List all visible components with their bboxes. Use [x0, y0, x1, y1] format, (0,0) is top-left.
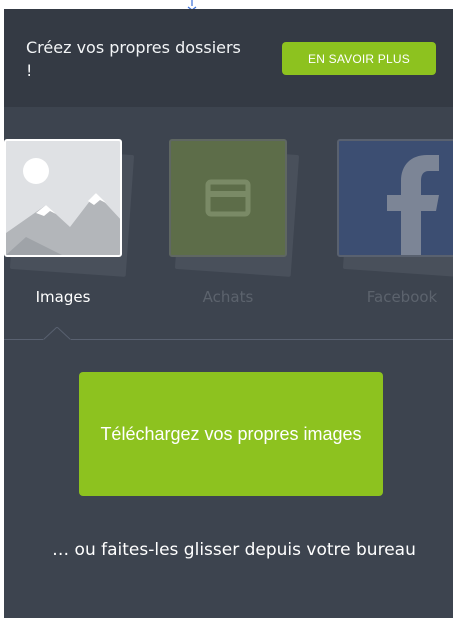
image-placeholder-icon — [4, 139, 122, 257]
promo-text: Créez vos propres dossiers ! — [26, 38, 241, 80]
upload-panel: Créez vos propres dossiers ! EN SAVOIR P… — [4, 9, 453, 618]
folder-achats[interactable]: Achats — [169, 137, 300, 306]
selection-indicator — [43, 327, 71, 341]
card-icon — [169, 139, 287, 257]
folder-label-facebook: Facebook — [366, 288, 438, 306]
folder-images[interactable]: Images — [4, 137, 135, 306]
drag-drop-hint: … ou faites-les glisser depuis votre bur… — [52, 540, 416, 560]
folder-facebook[interactable]: Facebook — [337, 137, 453, 306]
upload-images-button[interactable]: Téléchargez vos propres images — [79, 372, 383, 496]
learn-more-button[interactable]: EN SAVOIR PLUS — [282, 42, 436, 75]
promo-bar: Créez vos propres dossiers ! EN SAVOIR P… — [4, 9, 453, 107]
folder-label-achats: Achats — [202, 288, 254, 306]
facebook-icon — [337, 139, 453, 257]
tab-divider — [4, 339, 453, 340]
folder-label-images: Images — [35, 288, 91, 306]
